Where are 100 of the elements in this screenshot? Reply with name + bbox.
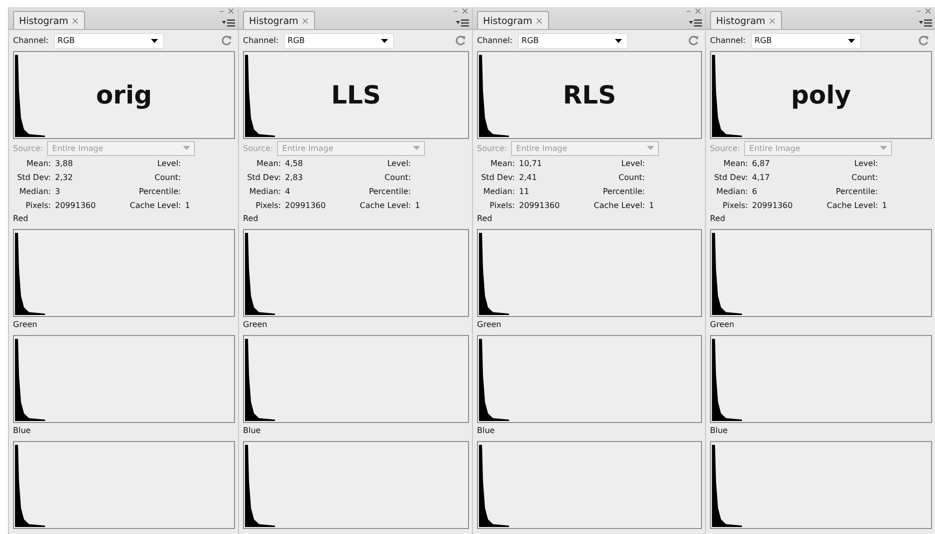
histogram-tab[interactable]: Histogram × (13, 11, 86, 29)
stat-label: Median: (248, 186, 281, 198)
stat-label: Std Dev: (713, 172, 748, 184)
menu-icon[interactable] (919, 19, 932, 27)
histogram-tab[interactable]: Histogram × (710, 11, 782, 29)
stat-label: Cache Level: (358, 200, 411, 212)
channel-label: Channel: (243, 36, 279, 45)
caret-icon (848, 38, 855, 42)
refresh-icon[interactable] (688, 35, 699, 46)
stat-value: 20991360 (285, 200, 327, 212)
stat-label: Percentile: (138, 186, 181, 198)
refresh-icon[interactable] (221, 35, 232, 46)
caret-icon (150, 38, 158, 42)
close-button[interactable]: × (227, 7, 235, 18)
stat-label: Cache Level: (128, 200, 181, 212)
channel-dropdown[interactable]: RGB (54, 32, 164, 48)
tab-close-button[interactable]: × (71, 16, 80, 27)
minimize-button[interactable]: – (916, 7, 922, 18)
stat-value: 2,83 (285, 172, 304, 184)
image-label: LLS (331, 80, 381, 110)
stat-label: Median: (18, 186, 51, 198)
stat-value: 1 (882, 201, 888, 210)
stat-label: Cache Level: (592, 200, 645, 212)
source-label: Source: (13, 144, 44, 152)
stat-label: Count: (618, 172, 645, 184)
refresh-icon[interactable] (918, 35, 929, 46)
stat-label: Level: (156, 158, 181, 170)
stat-label: Level: (620, 158, 645, 170)
stat-value: 1 (649, 201, 654, 210)
minimize-button[interactable]: – (453, 7, 458, 18)
stat-label: Cache Level: (826, 200, 878, 212)
stat-value: 11 (519, 186, 530, 198)
tab-close-button[interactable]: × (301, 16, 310, 27)
stat-value: 4,58 (285, 158, 304, 170)
stat-label: Std Dev: (246, 172, 281, 184)
channel-label: Channel: (13, 36, 49, 45)
refresh-icon[interactable] (455, 35, 466, 46)
source-label: Source: (477, 144, 508, 152)
caret-icon (614, 38, 622, 42)
stat-value: 1 (185, 201, 190, 210)
menu-icon[interactable] (456, 19, 469, 27)
channel-dropdown[interactable]: RGB (518, 32, 628, 48)
stat-value: 1 (415, 201, 420, 210)
menu-icon[interactable] (689, 19, 702, 27)
stat-label: Mean: (722, 158, 748, 170)
stat-label: Mean: (26, 158, 51, 170)
close-button[interactable]: × (461, 7, 469, 18)
channel-name: Blue (243, 425, 262, 437)
minimize-button[interactable]: – (686, 7, 692, 18)
stat-label: Pixels: (722, 200, 748, 212)
stat-label: Pixels: (254, 200, 281, 212)
stat-label: Mean: (490, 158, 515, 170)
channel-name: Green (477, 319, 502, 331)
stat-value: 2,41 (519, 172, 538, 184)
tab-close-button[interactable]: × (535, 16, 544, 27)
stat-value: 3,88 (55, 158, 74, 170)
channel-dropdown[interactable]: RGB (284, 32, 394, 48)
stat-label: Std Dev: (16, 172, 51, 184)
tab-close-button[interactable]: × (768, 16, 776, 27)
channel-name: Red (477, 213, 494, 225)
channel-name: Green (710, 319, 736, 331)
caret-icon (380, 38, 388, 42)
caret-icon (880, 146, 888, 150)
close-button[interactable]: × (694, 7, 702, 18)
stat-label: Mean: (256, 158, 281, 170)
channel-name: Green (13, 319, 38, 331)
caret-icon (413, 146, 420, 150)
image-label: RLS (562, 80, 616, 110)
stat-value: 20991360 (519, 200, 561, 212)
stat-value: 6 (752, 186, 758, 198)
stat-label: Level: (853, 158, 878, 170)
stat-value: 4 (285, 186, 292, 198)
source-label: Source: (243, 144, 274, 152)
stat-value: 3 (55, 186, 62, 198)
source-label: Source: (710, 144, 740, 152)
stat-value: 2,32 (55, 172, 74, 184)
channel-name: Blue (13, 425, 32, 437)
stat-label: Median: (715, 186, 748, 198)
stat-label: Percentile: (834, 186, 878, 198)
stat-label: Count: (850, 172, 878, 184)
stat-label: Std Dev: (480, 172, 515, 184)
histogram-tab[interactable]: Histogram × (243, 11, 316, 29)
minimize-button[interactable]: – (219, 7, 224, 18)
channel-label: Channel: (477, 36, 513, 45)
caret-icon (183, 146, 190, 150)
histogram-tab[interactable]: Histogram × (477, 11, 550, 29)
menu-icon[interactable] (222, 19, 235, 27)
caret-icon (647, 146, 654, 150)
channel-dropdown[interactable]: RGB (750, 32, 861, 48)
channel-name: Red (710, 213, 726, 225)
channel-name: Red (243, 213, 260, 225)
stat-value: 4,17 (752, 172, 771, 184)
stat-label: Median: (482, 186, 515, 198)
stat-value: 20991360 (752, 200, 794, 212)
stat-label: Percentile: (602, 186, 645, 198)
stat-value: 20991360 (55, 200, 97, 212)
channel-name: Blue (710, 425, 729, 437)
image-label: poly (791, 80, 851, 110)
close-button[interactable]: × (924, 7, 932, 18)
image-label: orig (96, 80, 152, 110)
